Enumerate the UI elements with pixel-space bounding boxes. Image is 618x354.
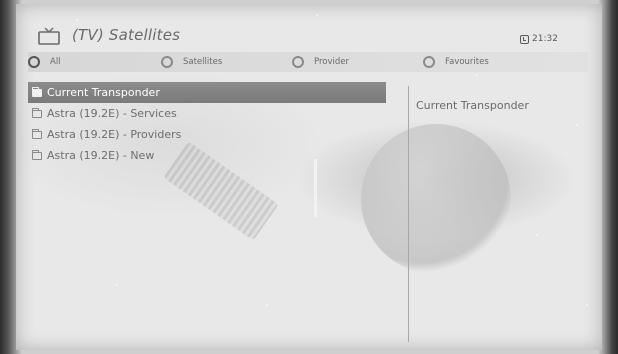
clock-icon [520, 34, 529, 44]
list-item[interactable]: Astra (19.2E) - Services [28, 103, 386, 124]
star [116, 284, 118, 286]
filter-satellites[interactable]: Satellites [161, 52, 222, 72]
list-item-label: Current Transponder [47, 86, 160, 99]
list-item-label: Astra (19.2E) - Providers [47, 128, 182, 141]
clock: 21:32 [520, 34, 558, 44]
radio-icon[interactable] [423, 56, 435, 68]
filter-all[interactable]: All [28, 52, 61, 72]
filter-label: All [50, 57, 61, 67]
tv-icon [38, 27, 60, 45]
radio-icon[interactable] [28, 56, 40, 68]
star [316, 14, 318, 16]
star [576, 124, 578, 126]
clock-time: 21:32 [532, 34, 558, 44]
star [266, 304, 268, 306]
list-item[interactable]: Astra (19.2E) - New [28, 145, 386, 166]
list-item-label: Astra (19.2E) - New [47, 149, 155, 162]
list-item[interactable]: Current Transponder [28, 82, 386, 103]
list-item-label: Astra (19.2E) - Services [47, 107, 177, 120]
star [536, 234, 538, 236]
star [76, 19, 78, 21]
radio-icon[interactable] [292, 56, 304, 68]
star [476, 74, 478, 76]
filter-label: Provider [314, 57, 349, 67]
folder-icon [32, 86, 42, 97]
folder-icon [32, 128, 42, 139]
folder-icon [32, 107, 42, 118]
page-title: (TV) Satellites [72, 26, 181, 44]
radio-icon[interactable] [161, 56, 173, 68]
filter-favourites[interactable]: Favourites [423, 52, 489, 72]
list-item[interactable]: Astra (19.2E) - Providers [28, 124, 386, 145]
filter-label: Satellites [183, 57, 223, 67]
filter-label: Favourites [445, 57, 489, 67]
filter-provider[interactable]: Provider [292, 52, 349, 72]
satellite-list: Current Transponder Astra (19.2E) - Serv… [28, 82, 386, 166]
star [586, 304, 588, 306]
light-beam [314, 159, 317, 217]
detail-title: Current Transponder [416, 99, 529, 112]
panel-divider [408, 86, 409, 342]
filter-bar: All Satellites Provider Favourites [28, 52, 588, 72]
folder-icon [32, 149, 42, 160]
